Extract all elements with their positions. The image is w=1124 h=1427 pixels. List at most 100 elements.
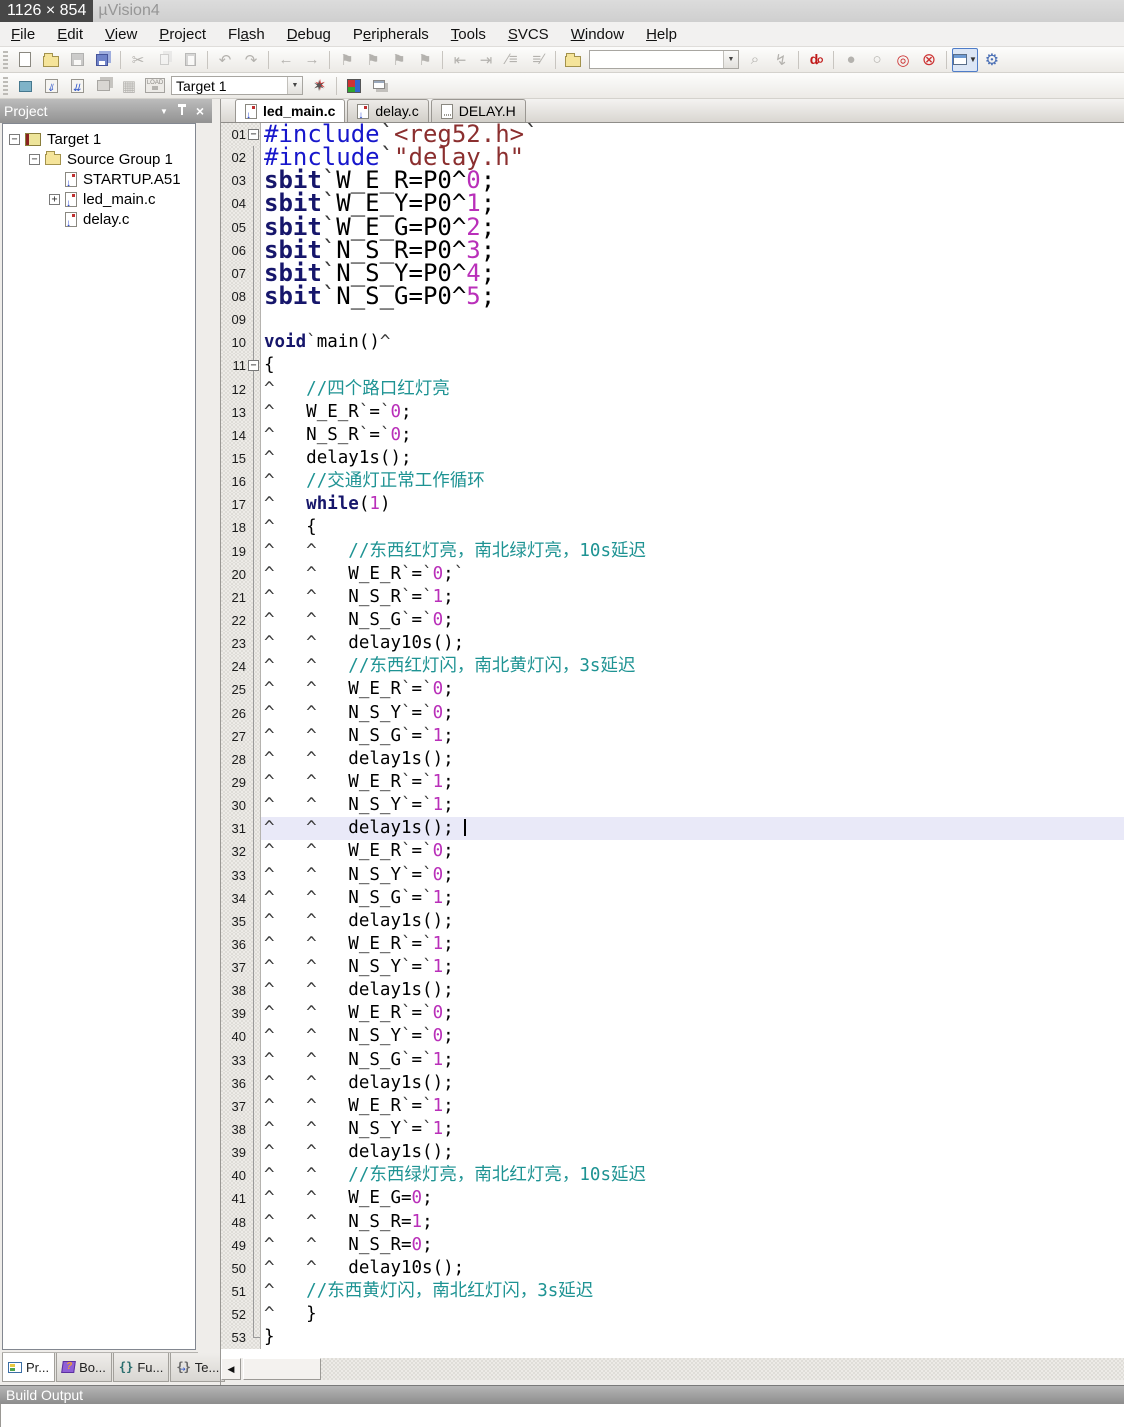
tab-delay-h[interactable]: DELAY.H: [430, 99, 526, 122]
fold-collapse-icon[interactable]: −: [248, 128, 259, 140]
open-folder-icon[interactable]: [39, 48, 63, 72]
comment-selection-icon[interactable]: ∕≡: [500, 48, 524, 72]
cut-icon[interactable]: ✂: [126, 48, 150, 72]
tree-item-delay-c[interactable]: delay.c: [3, 209, 195, 229]
system-viewer-icon[interactable]: ▼: [952, 47, 978, 72]
panel-tab-bo...[interactable]: Bo...: [56, 1353, 112, 1382]
fold-margin: [246, 1071, 261, 1096]
find-in-files-icon[interactable]: ⌕: [743, 48, 767, 72]
copy-icon[interactable]: [152, 48, 176, 72]
scroll-left-button[interactable]: ◀: [221, 1358, 241, 1380]
tree-item-led-main-c[interactable]: + led_main.c: [3, 189, 195, 209]
gutter: 31: [221, 817, 261, 841]
target-combo[interactable]: Target 1 ▼: [171, 76, 303, 95]
undo-icon[interactable]: ↶: [213, 48, 237, 72]
collapse-icon[interactable]: −: [29, 153, 40, 165]
unindent-icon[interactable]: ⇤: [448, 48, 472, 72]
code-text: ^ ^ W_E_R`=`0;: [264, 679, 454, 700]
insert-bookmark-icon[interactable]: ⚑: [335, 48, 359, 72]
menu-item-project[interactable]: Project: [148, 24, 217, 45]
insert-breakpoint-icon[interactable]: ●: [839, 48, 863, 72]
scrollbar-track[interactable]: [321, 1358, 1124, 1380]
navigate-back-icon[interactable]: ←: [274, 48, 298, 72]
menu-item-window[interactable]: Window: [560, 24, 635, 45]
dropdown-arrow-icon[interactable]: ▼: [723, 51, 738, 68]
menu-item-help[interactable]: Help: [635, 24, 688, 45]
panel-tab-pr...[interactable]: Pr...: [2, 1353, 56, 1382]
tree-item-target-1[interactable]: − Target 1: [3, 129, 195, 149]
project-panel-titlebar: Project ▼ ×: [0, 99, 212, 123]
close-icon[interactable]: ×: [192, 103, 208, 119]
code-text: ^ while(1): [264, 494, 391, 515]
expand-icon[interactable]: +: [49, 193, 60, 205]
enable-disable-breakpoint-icon[interactable]: ○: [865, 48, 889, 72]
menu-item-file[interactable]: File: [0, 24, 46, 45]
target-options-wizard-icon[interactable]: ✶: [307, 74, 331, 98]
code-text: ^ ^ W_E_R`=`1;: [264, 933, 454, 954]
build-target-icon[interactable]: [39, 74, 63, 98]
collapse-icon[interactable]: −: [9, 133, 20, 145]
new-file-icon[interactable]: [13, 48, 37, 72]
toolbar-separator: [833, 50, 834, 69]
fold-collapse-icon[interactable]: −: [248, 359, 259, 371]
tab-led-main-c[interactable]: led_main.c: [235, 99, 346, 122]
next-bookmark-icon[interactable]: ⚑: [387, 48, 411, 72]
pin-icon[interactable]: [174, 103, 190, 119]
paste-icon[interactable]: [178, 48, 202, 72]
line-number: 15: [231, 450, 246, 466]
menu-item-tools[interactable]: Tools: [440, 24, 497, 45]
start-stop-debug-icon[interactable]: d⌕: [804, 48, 828, 72]
indent-icon[interactable]: ⇥: [474, 48, 498, 72]
dropdown-arrow-icon[interactable]: ▼: [287, 77, 302, 94]
batch-build-icon[interactable]: [91, 74, 115, 98]
previous-bookmark-icon[interactable]: ⚑: [361, 48, 385, 72]
manage-project-items-icon[interactable]: [368, 74, 392, 98]
code-editor[interactable]: 01− #include`<reg52.h>` 02 #include`"delay.…: [221, 123, 1124, 1358]
chevron-down-icon[interactable]: ▼: [156, 103, 172, 119]
options-for-target-icon[interactable]: [342, 74, 366, 98]
navigate-forward-icon[interactable]: →: [300, 48, 324, 72]
file-icon: [357, 103, 370, 121]
menu-item-debug[interactable]: Debug: [276, 24, 342, 45]
gutter: 34: [221, 886, 261, 910]
scrollbar-thumb[interactable]: [243, 1358, 321, 1380]
editor-area: led_main.c delay.c DELAY.H 01−#include`<re…: [220, 99, 1124, 1385]
gutter: 26: [221, 701, 261, 725]
project-tree[interactable]: −Target 1−Source Group 1STARTUP.A51+led_…: [2, 123, 196, 1350]
configure-search-icon[interactable]: [561, 48, 585, 72]
search-combo[interactable]: ▼: [589, 50, 739, 69]
tab-delay-c[interactable]: delay.c: [347, 99, 429, 122]
uncomment-selection-icon[interactable]: ≡∕: [526, 48, 550, 72]
fold-margin: [246, 794, 261, 818]
tree-item-startup-a51[interactable]: STARTUP.A51: [3, 169, 195, 189]
stop-build-icon[interactable]: ▦: [117, 74, 141, 98]
fold-margin: [246, 632, 261, 656]
download-to-flash-icon[interactable]: [143, 74, 167, 98]
disable-all-breakpoints-icon[interactable]: ◎: [891, 48, 915, 72]
clear-bookmarks-icon[interactable]: ⚑: [413, 48, 437, 72]
panel-splitter[interactable]: [212, 99, 220, 1385]
incremental-find-icon[interactable]: ↯: [769, 48, 793, 72]
menu-item-svcs[interactable]: SVCS: [497, 24, 560, 45]
toolbar-grip[interactable]: [3, 76, 8, 95]
toolbar-grip[interactable]: [3, 50, 8, 69]
code-text: ^ ^ N_S_R=1;: [264, 1211, 433, 1232]
build-output-log[interactable]: Build target 'Target 1': [0, 1404, 1124, 1427]
code-text: ^ ^ //东西红灯亮，南北绿灯亮，10s延迟: [264, 540, 646, 561]
kill-all-breakpoints-icon[interactable]: ⊗: [917, 48, 941, 72]
tree-item-source-group-1[interactable]: − Source Group 1: [3, 149, 195, 169]
configure-tools-icon[interactable]: ⚙: [980, 48, 1004, 72]
menu-item-edit[interactable]: Edit: [46, 24, 94, 45]
menu-item-peripherals[interactable]: Peripherals: [342, 24, 440, 45]
rebuild-all-icon[interactable]: [65, 74, 89, 98]
menu-item-flash[interactable]: Flash: [217, 24, 276, 45]
fold-margin: [246, 308, 261, 332]
dropdown-arrow-icon[interactable]: ▼: [969, 55, 977, 64]
redo-icon[interactable]: ↷: [239, 48, 263, 72]
save-icon[interactable]: [65, 48, 89, 72]
save-all-icon[interactable]: [91, 48, 115, 72]
panel-tab-fu...[interactable]: {} Fu...: [112, 1353, 170, 1382]
code-line: 35 ^ ^ delay1s();: [221, 909, 1124, 934]
menu-item-view[interactable]: View: [94, 24, 148, 45]
translate-file-icon[interactable]: [13, 74, 37, 98]
